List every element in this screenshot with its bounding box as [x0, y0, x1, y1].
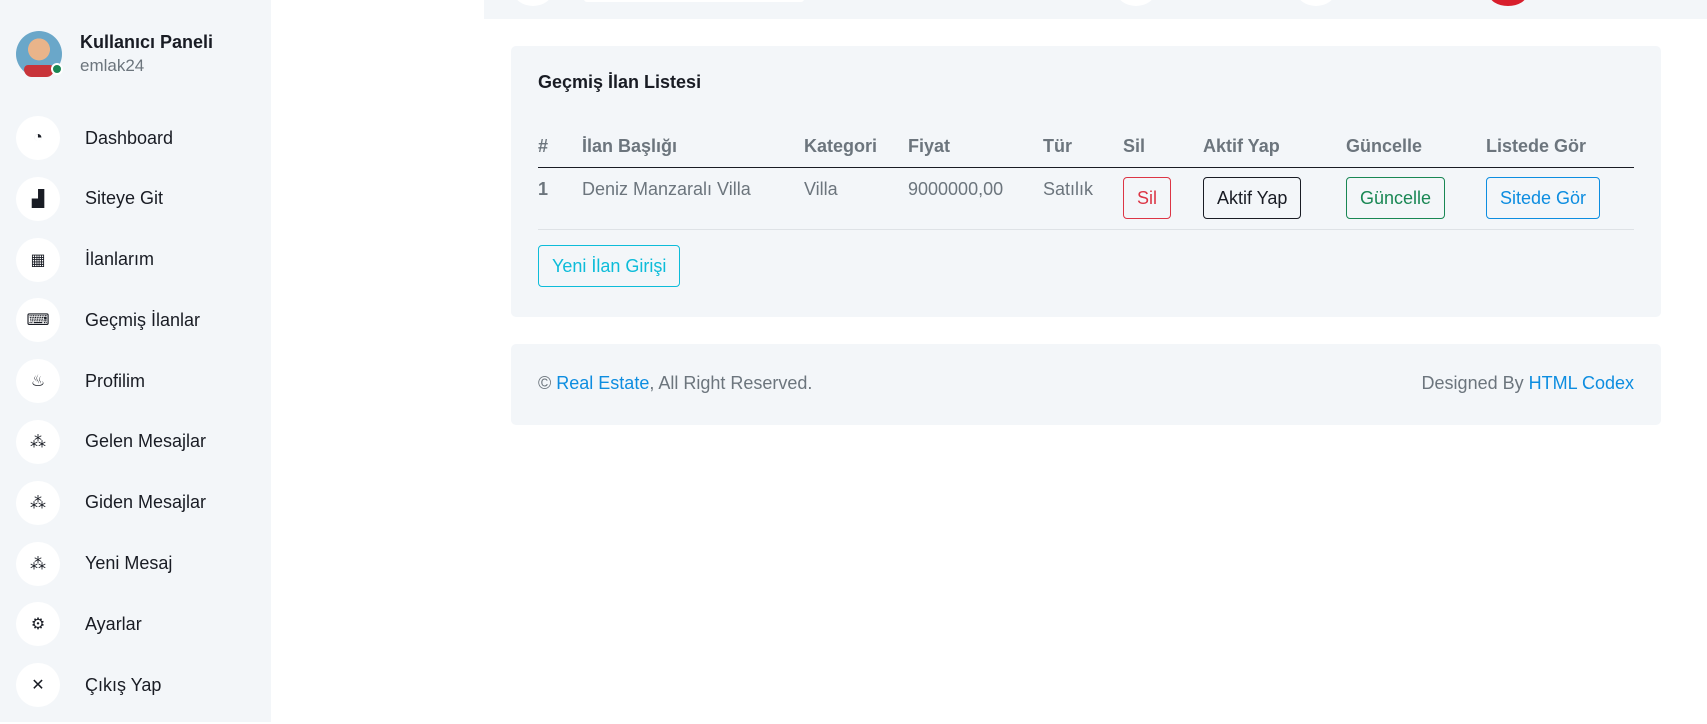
sidebar-item-label: Geçmiş İlanlar [85, 309, 201, 330]
notification-icon[interactable] [1297, 0, 1335, 6]
view-on-site-button[interactable]: Sitede Gör [1486, 176, 1601, 219]
gauge-icon: ◔ [16, 116, 60, 160]
grid-icon: ▦ [16, 237, 60, 282]
username: emlak24 [80, 56, 145, 75]
column-header: Kategori [804, 126, 908, 168]
sidebar-item-profilim[interactable]: ♨ Profilim [16, 359, 206, 404]
gear-icon: ⚙ [16, 602, 60, 647]
designer-link[interactable]: HTML Codex [1529, 373, 1634, 393]
table-row: 1 Deniz Manzaralı Villa Villa 9000000,00… [538, 167, 1634, 230]
message-icon[interactable] [1117, 0, 1155, 6]
listing-category: Villa [804, 167, 908, 230]
sidebar-item-label: Gelen Mesajlar [85, 431, 207, 452]
menu-toggle-button[interactable] [514, 0, 552, 6]
designed-by-text: Designed By [1421, 373, 1524, 393]
listing-price: 9000000,00 [908, 167, 1043, 230]
card-title: Geçmiş İlan Listesi [538, 72, 702, 92]
cubes-icon: ⁂ [16, 419, 60, 464]
column-header: Güncelle [1346, 126, 1486, 168]
sidebar-item-label: Çıkış Yap [85, 674, 162, 695]
sidebar-item-label: Ayarlar [85, 613, 142, 634]
panel-title: Kullanıcı Paneli [80, 32, 214, 52]
copyright-symbol: © [538, 373, 552, 393]
sidebar-item-label: İlanlarım [85, 249, 155, 270]
table-header-row: # İlan Başlığı Kategori Fiyat Tür Sil Ak… [538, 126, 1634, 168]
search-input[interactable] [584, 0, 804, 2]
online-status-indicator [51, 63, 63, 75]
user-profile: Kullanıcı Paneli emlak24 [16, 30, 213, 78]
close-icon: ✕ [16, 663, 60, 708]
user-avatar-button[interactable] [1489, 0, 1527, 6]
footer-credits: Designed By HTML Codex [1422, 373, 1634, 394]
listing-type: Satılık [1043, 167, 1123, 230]
avatar [16, 31, 63, 77]
top-navbar [484, 0, 1707, 19]
activate-button[interactable]: Aktif Yap [1203, 176, 1302, 219]
sidebar-item-label: Dashboard [85, 127, 174, 148]
sidebar-item-label: Yeni Mesaj [85, 553, 173, 574]
footer: © Real Estate, All Right Reserved. Desig… [511, 344, 1661, 425]
column-header: Fiyat [908, 126, 1043, 168]
row-number: 1 [538, 167, 582, 230]
sidebar-item-gelen-mesajlar[interactable]: ⁂ Gelen Mesajlar [16, 419, 207, 464]
brand-link[interactable]: Real Estate [556, 373, 649, 393]
sidebar-item-cikis-yap[interactable]: ✕ Çıkış Yap [16, 663, 206, 708]
cubes-icon: ⁂ [16, 541, 60, 586]
bar-chart-icon: ▟ [16, 176, 60, 221]
footer-copyright: © Real Estate, All Right Reserved. [538, 373, 812, 394]
column-header: Tür [1043, 126, 1123, 168]
delete-button[interactable]: Sil [1123, 176, 1172, 219]
rights-text: , All Right Reserved. [649, 373, 813, 393]
listings-table: # İlan Başlığı Kategori Fiyat Tür Sil Ak… [538, 126, 1634, 230]
sidebar-item-label: Siteye Git [85, 188, 164, 209]
sidebar-item-dashboard[interactable]: ◔ Dashboard [16, 116, 206, 160]
column-header: Aktif Yap [1203, 126, 1346, 168]
sidebar-item-siteye-git[interactable]: ▟ Siteye Git [16, 176, 206, 221]
sidebar-item-giden-mesajlar[interactable]: ⁂ Giden Mesajlar [16, 480, 207, 525]
sidebar: Kullanıcı Paneli emlak24 ◔ Dashboard ▟ S… [0, 0, 271, 722]
sidebar-item-ayarlar[interactable]: ⚙ Ayarlar [16, 602, 206, 647]
new-listing-button[interactable]: Yeni İlan Girişi [538, 245, 681, 287]
sidebar-item-gecmis-ilanlar[interactable]: ⌨ Geçmiş İlanlar [16, 298, 206, 343]
listing-title: Deniz Manzaralı Villa [582, 167, 804, 230]
sidebar-item-yeni-mesaj[interactable]: ⁂ Yeni Mesaj [16, 541, 206, 586]
sidebar-item-label: Profilim [85, 370, 146, 391]
sidebar-nav: ◔ Dashboard ▟ Siteye Git ▦ İlanlarım ⌨ G… [16, 116, 206, 724]
column-header: İlan Başlığı [582, 126, 804, 168]
sidebar-item-ilanlarim[interactable]: ▦ İlanlarım [16, 237, 206, 282]
column-header: # [538, 126, 582, 168]
cubes-icon: ⁂ [16, 480, 60, 525]
sidebar-item-label: Giden Mesajlar [85, 492, 207, 513]
column-header: Listede Gör [1486, 126, 1634, 168]
cake-icon: ♨ [16, 359, 60, 404]
past-listings-card: Geçmiş İlan Listesi # İlan Başlığı Kateg… [511, 46, 1661, 317]
update-button[interactable]: Güncelle [1346, 176, 1446, 219]
column-header: Sil [1123, 126, 1203, 168]
keyboard-icon: ⌨ [16, 298, 60, 343]
